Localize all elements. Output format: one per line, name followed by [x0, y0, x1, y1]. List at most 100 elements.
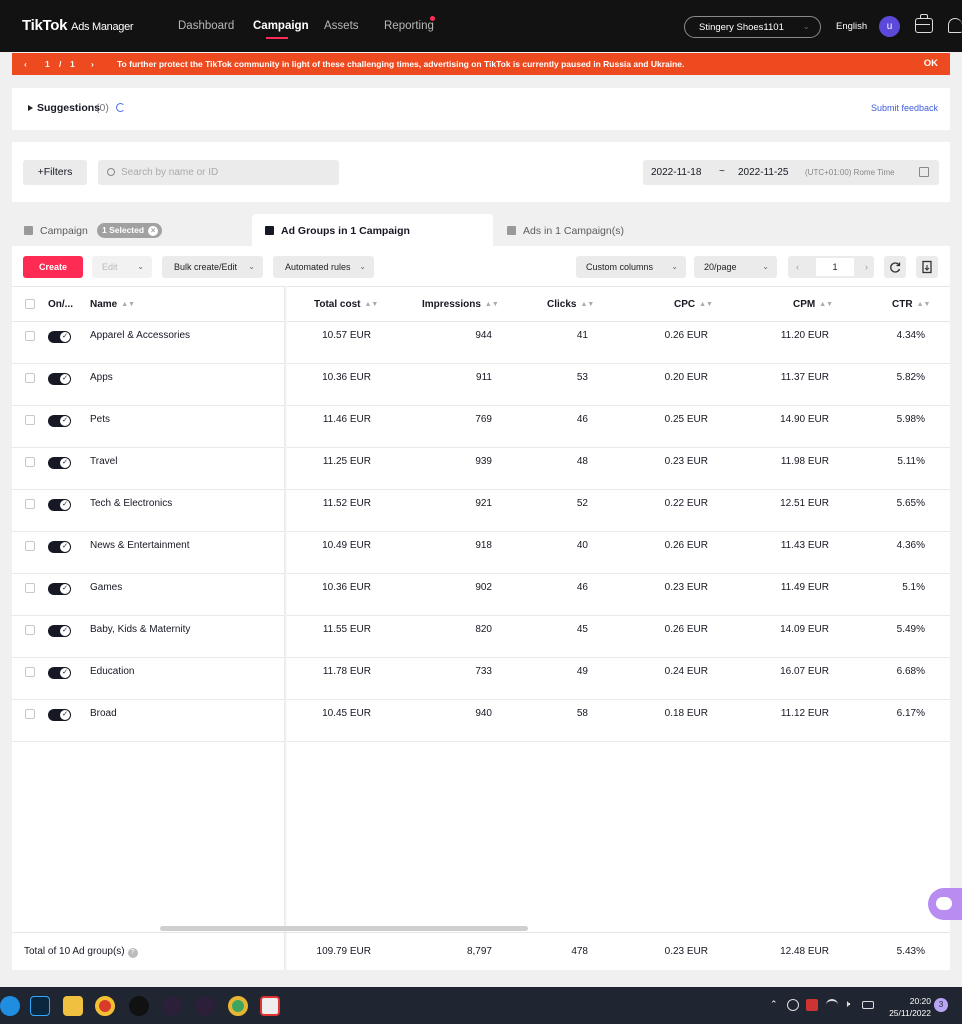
table-row[interactable]: ✓ Pets 11.46 EUR 769 46 0.25 EUR 14.90 EUR 5.98… [12, 406, 950, 448]
ad-group-name[interactable]: Travel [90, 456, 117, 467]
tab-ads[interactable]: Ads in 1 Campaign(s) [493, 214, 733, 246]
chrome-profile-icon[interactable] [228, 996, 248, 1016]
selected-badge[interactable]: 1 Selected × [97, 223, 163, 238]
row-checkbox[interactable] [25, 373, 35, 383]
ad-group-name[interactable]: Games [90, 582, 122, 593]
battery-icon[interactable] [862, 1001, 874, 1009]
nav-assets[interactable]: Assets [324, 20, 359, 32]
ad-group-name[interactable]: Education [90, 666, 134, 677]
table-row[interactable]: ✓ Apps 10.36 EUR 911 53 0.20 EUR 11.37 EUR 5.82… [12, 364, 950, 406]
status-toggle[interactable]: ✓ [48, 415, 71, 427]
nav-reporting[interactable]: Reporting [384, 20, 434, 32]
help-icon[interactable]: ? [127, 948, 138, 958]
header-impressions[interactable]: Impressions ▲▼ [422, 299, 499, 310]
language-selector[interactable]: English [836, 21, 867, 32]
table-row[interactable]: ✓ Travel 11.25 EUR 939 48 0.23 EUR 11.98 EUR 5.… [12, 448, 950, 490]
row-checkbox[interactable] [25, 625, 35, 635]
header-name[interactable]: Name ▲▼ [90, 299, 135, 310]
close-icon[interactable]: × [148, 226, 159, 236]
search-input[interactable] [121, 165, 331, 180]
sort-icon[interactable]: ▲▼ [485, 301, 499, 308]
search-box[interactable] [98, 160, 339, 185]
ad-group-name[interactable]: Baby, Kids & Maternity [90, 624, 190, 635]
status-toggle[interactable]: ✓ [48, 499, 71, 511]
status-toggle[interactable]: ✓ [48, 709, 71, 721]
sort-icon[interactable]: ▲▼ [364, 301, 378, 308]
app-icon[interactable] [162, 996, 182, 1016]
user-avatar[interactable]: u [879, 16, 900, 37]
export-button[interactable] [916, 256, 938, 278]
date-start[interactable]: 2022-11-18 [651, 167, 701, 178]
file-explorer-icon[interactable] [63, 996, 83, 1016]
date-end[interactable]: 2022-11-25 [738, 167, 788, 178]
banner-next-icon[interactable]: › [91, 59, 94, 69]
suggestions-label[interactable]: Suggestions [37, 102, 100, 114]
app-icon[interactable] [195, 996, 215, 1016]
custom-columns-dropdown[interactable]: Custom columns ⌄ [576, 256, 686, 278]
horizontal-scrollbar[interactable] [160, 926, 528, 931]
ad-group-name[interactable]: Pets [90, 414, 110, 425]
nav-dashboard[interactable]: Dashboard [178, 20, 234, 32]
table-row[interactable]: ✓ Broad 10.45 EUR 940 58 0.18 EUR 11.12 EUR 6.1… [12, 700, 950, 742]
photoshop-icon[interactable] [30, 996, 50, 1016]
per-page-dropdown[interactable]: 20/page ⌄ [694, 256, 777, 278]
status-toggle[interactable]: ✓ [48, 541, 71, 553]
row-checkbox[interactable] [25, 583, 35, 593]
status-toggle[interactable]: ✓ [48, 331, 71, 343]
banner-ok-button[interactable]: OK [924, 58, 938, 69]
briefcase-icon[interactable] [915, 14, 933, 33]
volume-icon[interactable]: 🕨 [844, 999, 856, 1011]
select-all-checkbox[interactable] [25, 299, 35, 309]
chevron-up-icon[interactable]: ⌃ [770, 999, 782, 1011]
automated-rules-button[interactable]: Automated rules ⌄ [273, 256, 374, 278]
account-selector[interactable]: Stingery Shoes1101 ⌄ [684, 16, 821, 38]
row-checkbox[interactable] [25, 709, 35, 719]
row-checkbox[interactable] [25, 499, 35, 509]
ad-group-name[interactable]: Broad [90, 708, 117, 719]
table-row[interactable]: ✓ Education 11.78 EUR 733 49 0.24 EUR 16.07 EU… [12, 658, 950, 700]
system-clock[interactable]: 20:20 25/11/2022 [884, 995, 931, 1019]
sort-icon[interactable]: ▲▼ [580, 301, 594, 308]
row-checkbox[interactable] [25, 667, 35, 677]
table-row[interactable]: ✓ Tech & Electronics 11.52 EUR 921 52 0.22 EU… [12, 490, 950, 532]
refresh-icon[interactable] [116, 103, 125, 112]
status-toggle[interactable]: ✓ [48, 667, 71, 679]
sort-icon[interactable]: ▲▼ [819, 301, 833, 308]
status-toggle[interactable]: ✓ [48, 373, 71, 385]
notification-bell-icon[interactable] [948, 18, 962, 33]
ad-group-name[interactable]: Tech & Electronics [90, 498, 172, 509]
sync-icon[interactable] [787, 999, 799, 1011]
row-checkbox[interactable] [25, 415, 35, 425]
chrome-icon[interactable] [95, 996, 115, 1016]
table-row[interactable]: ✓ News & Entertainment 10.49 EUR 918 40 0.26 … [12, 532, 950, 574]
header-ctr[interactable]: CTR ▲▼ [892, 299, 930, 310]
filters-button[interactable]: +Filters [23, 160, 87, 185]
sort-icon[interactable]: ▲▼ [917, 301, 931, 308]
sort-icon[interactable]: ▲▼ [121, 301, 135, 308]
row-checkbox[interactable] [25, 331, 35, 341]
edge-browser-icon[interactable] [0, 996, 20, 1016]
table-row[interactable]: ✓ Games 10.36 EUR 902 46 0.23 EUR 11.49 EUR 5.1… [12, 574, 950, 616]
header-cpc[interactable]: CPC ▲▼ [674, 299, 713, 310]
banner-prev-icon[interactable]: ‹ [24, 59, 27, 69]
page-number-input[interactable]: 1 [816, 258, 854, 276]
sort-icon[interactable]: ▲▼ [699, 301, 713, 308]
table-row[interactable]: ✓ Apparel & Accessories 10.57 EUR 944 41 0.26… [12, 322, 950, 364]
table-row[interactable]: ✓ Baby, Kids & Maternity 11.55 EUR 820 45 0.2… [12, 616, 950, 658]
bulk-create-edit-button[interactable]: Bulk create/Edit ⌄ [162, 256, 263, 278]
row-checkbox[interactable] [25, 541, 35, 551]
wifi-icon[interactable] [826, 999, 838, 1011]
nav-campaign[interactable]: Campaign [253, 20, 309, 32]
ad-group-name[interactable]: Apparel & Accessories [90, 330, 190, 341]
ad-group-name[interactable]: Apps [90, 372, 113, 383]
header-cpm[interactable]: CPM ▲▼ [793, 299, 833, 310]
date-range-picker[interactable]: 2022-11-18 ~ 2022-11-25 (UTC+01:00) Rome… [643, 160, 939, 185]
submit-feedback-link[interactable]: Submit feedback [871, 103, 938, 113]
create-button[interactable]: Create [23, 256, 83, 278]
refresh-table-button[interactable] [884, 256, 906, 278]
app-icon[interactable] [260, 996, 280, 1016]
app-tray-icon[interactable] [806, 999, 818, 1011]
caret-right-icon[interactable] [28, 105, 33, 111]
ad-group-name[interactable]: News & Entertainment [90, 540, 190, 551]
tab-ad-groups[interactable]: Ad Groups in 1 Campaign [252, 214, 493, 246]
